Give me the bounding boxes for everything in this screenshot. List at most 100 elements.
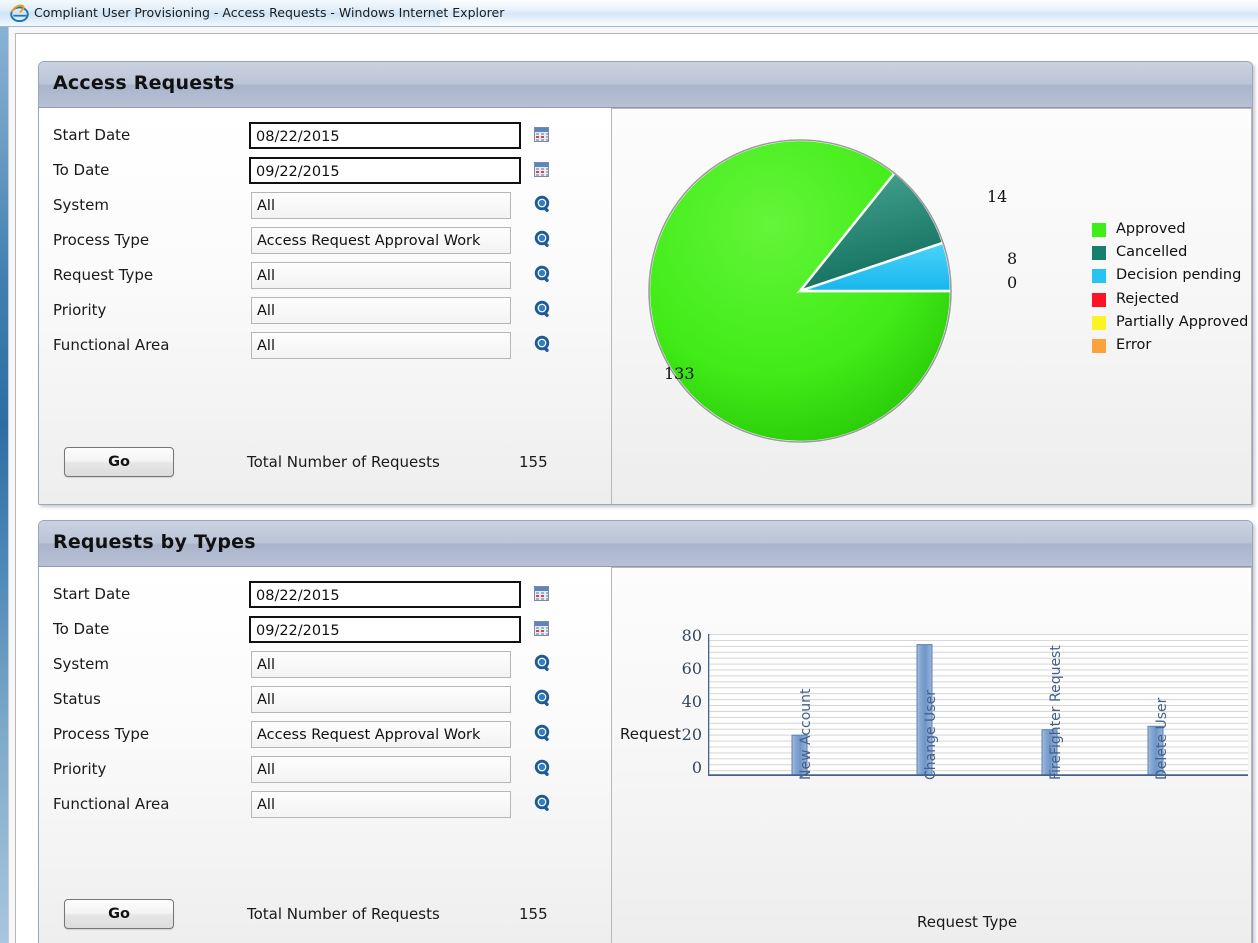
to-date-input[interactable]: 09/22/2015 xyxy=(249,616,521,643)
total-requests-value: 155 xyxy=(519,905,548,923)
legend-swatch-cancelled xyxy=(1092,246,1106,260)
y-axis-title: Request xyxy=(620,725,681,743)
access-requests-pie-chart xyxy=(640,131,960,451)
system-input[interactable]: All xyxy=(251,192,511,219)
calendar-icon[interactable] xyxy=(534,586,549,601)
field-row-status: Status All xyxy=(39,683,599,718)
status-input[interactable]: All xyxy=(251,686,511,713)
pie-slice-label-rejected: 0 xyxy=(1007,273,1017,292)
request-type-input[interactable]: All xyxy=(251,262,511,289)
legend-label-cancelled: Cancelled xyxy=(1116,244,1187,260)
search-icon[interactable] xyxy=(534,689,553,708)
functional-area-input[interactable]: All xyxy=(251,791,511,818)
field-row-priority: Priority All xyxy=(39,294,599,329)
page-title: Access Requests xyxy=(53,72,235,94)
field-row-functional-area: Functional Area All xyxy=(39,788,599,823)
browser-client-area: Access Requests Start Date 08/22/2015 xyxy=(8,27,1258,943)
y-tick-40: 40 xyxy=(642,692,702,711)
y-tick-60: 60 xyxy=(642,659,702,678)
window-titlebar: Compliant User Provisioning - Access Req… xyxy=(0,0,1258,27)
search-icon[interactable] xyxy=(534,265,553,284)
go-button[interactable]: Go xyxy=(64,899,174,929)
search-icon[interactable] xyxy=(534,759,553,778)
legend-label-decision-pending: Decision pending xyxy=(1116,267,1241,283)
start-date-input[interactable]: 08/22/2015 xyxy=(249,581,521,608)
field-row-system: System All xyxy=(39,189,599,224)
calendar-icon[interactable] xyxy=(534,621,549,636)
panel-body-requests-by-types: Start Date 08/22/2015 To Date xyxy=(39,568,1252,943)
field-row-system: System All xyxy=(39,648,599,683)
field-row-start-date: Start Date 08/22/2015 xyxy=(39,119,599,154)
search-icon[interactable] xyxy=(534,724,553,743)
bar-chart-area: 80 60 40 20 0 Request xyxy=(611,567,1252,943)
label-request-type: Request Type xyxy=(53,266,153,284)
panel-requests-by-types: Requests by Types Start Date 08/22/2015 xyxy=(38,520,1253,943)
panel-body-access-requests: Start Date 08/22/2015 xyxy=(39,109,1252,504)
total-requests-value: 155 xyxy=(519,453,548,471)
x-tick-change-user: Change User xyxy=(923,690,939,780)
label-priority: Priority xyxy=(53,301,106,319)
legend-swatch-decision-pending xyxy=(1092,269,1106,283)
search-icon[interactable] xyxy=(534,335,553,354)
label-process-type: Process Type xyxy=(53,725,149,743)
field-row-request-type: Request Type All xyxy=(39,259,599,294)
field-row-process-type: Process Type Access Request Approval Wor… xyxy=(39,224,599,259)
total-requests-label: Total Number of Requests xyxy=(247,905,440,923)
system-input[interactable]: All xyxy=(251,651,511,678)
label-to-date: To Date xyxy=(53,161,109,179)
legend-label-approved: Approved xyxy=(1116,221,1186,237)
start-date-input[interactable]: 08/22/2015 xyxy=(249,122,521,149)
filter-form-requests-by-types: Start Date 08/22/2015 To Date xyxy=(39,578,599,823)
label-functional-area: Functional Area xyxy=(53,795,169,813)
label-system: System xyxy=(53,655,109,673)
search-icon[interactable] xyxy=(534,300,553,319)
calendar-icon[interactable] xyxy=(534,127,549,142)
field-row-process-type: Process Type Access Request Approval Wor… xyxy=(39,718,599,753)
functional-area-input[interactable]: All xyxy=(251,332,511,359)
desktop-background-strip xyxy=(0,0,8,943)
label-functional-area: Functional Area xyxy=(53,336,169,354)
search-icon[interactable] xyxy=(534,230,553,249)
legend-swatch-error xyxy=(1092,339,1106,353)
x-tick-new-account: New Account xyxy=(798,688,814,780)
titlebar-glass xyxy=(440,0,1258,26)
window-title: Compliant User Provisioning - Access Req… xyxy=(34,5,504,20)
label-start-date: Start Date xyxy=(53,126,130,144)
total-requests-label: Total Number of Requests xyxy=(247,453,440,471)
process-type-input[interactable]: Access Request Approval Work xyxy=(251,721,511,748)
y-tick-80: 80 xyxy=(642,626,702,645)
panel-header-access-requests: Access Requests xyxy=(39,62,1252,108)
legend-swatch-partially-approved xyxy=(1092,316,1106,330)
search-icon[interactable] xyxy=(534,195,553,214)
priority-input[interactable]: All xyxy=(251,756,511,783)
field-row-to-date: To Date 09/22/2015 xyxy=(39,154,599,189)
legend-label-partially-approved: Partially Approved xyxy=(1116,314,1248,330)
pie-slice-label-approved: 133 xyxy=(664,364,695,383)
legend-swatch-approved xyxy=(1092,223,1106,237)
label-process-type: Process Type xyxy=(53,231,149,249)
search-icon[interactable] xyxy=(534,794,553,813)
x-tick-delete-user: Delete User xyxy=(1154,698,1170,780)
page-content: Access Requests Start Date 08/22/2015 xyxy=(15,33,1258,943)
label-start-date: Start Date xyxy=(53,585,130,603)
label-status: Status xyxy=(53,690,101,708)
pie-chart-area: 14 8 0 133 Approved Cancelled xyxy=(611,108,1252,505)
x-tick-firefighter-request: FireFighter Request xyxy=(1048,645,1064,780)
label-priority: Priority xyxy=(53,760,106,778)
legend-swatch-rejected xyxy=(1092,293,1106,307)
internet-explorer-icon xyxy=(10,4,29,23)
search-icon[interactable] xyxy=(534,654,553,673)
pie-slice-label-decision-pending: 8 xyxy=(1007,249,1017,268)
legend-label-rejected: Rejected xyxy=(1116,291,1179,307)
to-date-input[interactable]: 09/22/2015 xyxy=(249,157,521,184)
priority-input[interactable]: All xyxy=(251,297,511,324)
section-title: Requests by Types xyxy=(53,531,256,553)
filter-form-access-requests: Start Date 08/22/2015 xyxy=(39,119,599,364)
field-row-functional-area: Functional Area All xyxy=(39,329,599,364)
calendar-icon[interactable] xyxy=(534,162,549,177)
go-button[interactable]: Go xyxy=(64,447,174,477)
process-type-input[interactable]: Access Request Approval Work xyxy=(251,227,511,254)
x-axis-title: Request Type xyxy=(917,913,1017,931)
field-row-start-date: Start Date 08/22/2015 xyxy=(39,578,599,613)
field-row-to-date: To Date 09/22/2015 xyxy=(39,613,599,648)
